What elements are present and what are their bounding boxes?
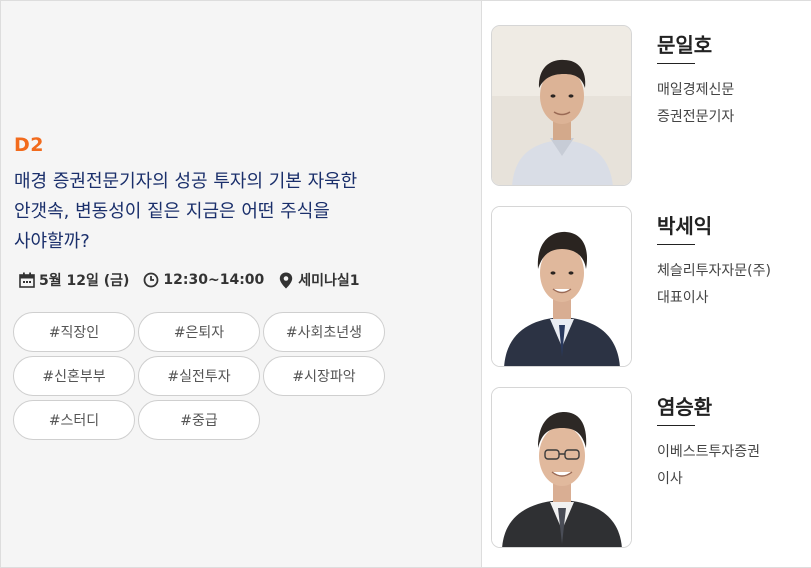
session-time: 12:30~14:00: [142, 271, 264, 289]
divider: [657, 425, 695, 426]
session-title-line-2: 안갯속, 변동성이 짙은 지금은 어떤 주식을: [14, 201, 330, 222]
tag-chip[interactable]: #스터디: [13, 400, 135, 440]
tag-chip[interactable]: #시장파악: [263, 356, 385, 396]
session-time-text: 12:30~14:00: [163, 272, 265, 288]
tag-chip[interactable]: #실전투자: [138, 356, 260, 396]
speaker-organization: 이베스트투자증권: [657, 444, 761, 460]
speaker-photo: [491, 206, 632, 367]
speaker-role: 대표이사: [657, 290, 709, 306]
speaker-organization: 체슬리투자자문(주): [657, 263, 771, 279]
tag-chip[interactable]: #신혼부부: [13, 356, 135, 396]
speaker-card: 문일호 매일경제신문 증권전문기자: [491, 25, 801, 187]
divider: [657, 63, 695, 64]
divider: [657, 244, 695, 245]
session-title-line-1: 매경 증권전문기자의 성공 투자의 기본 자욱한: [14, 171, 358, 192]
session-date: 5월 12일 (금): [18, 270, 129, 290]
map-pin-icon: [277, 271, 295, 289]
speaker-name: 염승환: [657, 395, 713, 419]
tag-chip[interactable]: #중급: [138, 400, 260, 440]
session-panel: D2 매경 증권전문기자의 성공 투자의 기본 자욱한 안갯속, 변동성이 짙은…: [0, 0, 482, 568]
session-title-line-3: 사야할까?: [14, 231, 90, 252]
tag-chip[interactable]: #직장인: [13, 312, 135, 352]
speaker-role: 증권전문기자: [657, 109, 735, 125]
speaker-name: 박세익: [657, 214, 713, 238]
speaker-role: 이사: [657, 471, 683, 487]
tag-chip[interactable]: #사회초년생: [263, 312, 385, 352]
speaker-photo: [491, 387, 632, 548]
speaker-card: 박세익 체슬리투자자문(주) 대표이사: [491, 206, 801, 368]
session-title: 매경 증권전문기자의 성공 투자의 기본 자욱한 안갯속, 변동성이 짙은 지금…: [14, 167, 434, 257]
speaker-organization: 매일경제신문: [657, 82, 735, 98]
speaker-panel: 문일호 매일경제신문 증권전문기자 박세익 체슬리투자자문(주) 대표이사 염승…: [482, 0, 811, 568]
clock-icon: [142, 271, 160, 289]
calendar-icon: [18, 271, 36, 289]
session-date-text: 5월 12일 (금): [39, 273, 130, 289]
speaker-photo: [491, 25, 632, 186]
speaker-card: 염승환 이베스트투자증권 이사: [491, 387, 801, 549]
tag-chip[interactable]: #은퇴자: [138, 312, 260, 352]
speaker-name: 문일호: [657, 33, 713, 57]
session-location-text: 세미나실1: [298, 273, 360, 289]
day-label: D2: [14, 134, 44, 156]
session-location: 세미나실1: [277, 270, 360, 290]
tag-list: #직장인 #은퇴자 #사회초년생 #신혼부부 #실전투자 #시장파악 #스터디 …: [13, 312, 393, 440]
session-meta: 5월 12일 (금) 12:30~14:00 세미나실1: [18, 269, 373, 291]
